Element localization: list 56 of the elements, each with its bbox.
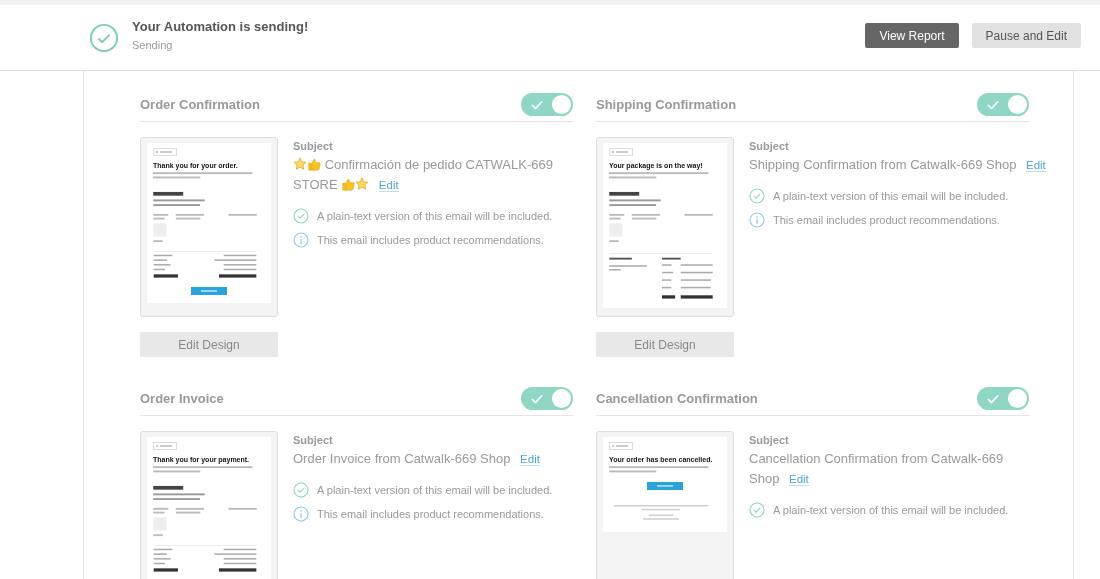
thumbs-up-icon xyxy=(341,177,356,191)
order-details-drawing xyxy=(153,191,205,206)
check-icon xyxy=(531,393,543,404)
check-circle-icon xyxy=(749,188,765,204)
note-text: A plain-text version of this email will be included. xyxy=(317,210,553,222)
order-details-drawing xyxy=(609,191,661,206)
thumbs-up-icon xyxy=(307,157,321,171)
subject-text: STORE xyxy=(293,177,338,192)
email-title: Cancellation Confirmation xyxy=(596,390,758,406)
preview-button-drawing xyxy=(191,287,227,295)
check-circle-icon xyxy=(293,208,309,224)
note-text: This email includes product recommendations. xyxy=(773,214,1000,226)
preview-button-drawing xyxy=(647,482,683,490)
email-title: Shipping Confirmation xyxy=(596,96,737,112)
status-title: Your Automation is sending! xyxy=(132,18,309,34)
toggle-switch[interactable] xyxy=(977,92,1029,116)
logo-placeholder-icon xyxy=(609,442,633,450)
note-text: This email includes product recommendations. xyxy=(317,508,544,520)
logo-placeholder-icon xyxy=(153,442,177,450)
check-icon xyxy=(531,99,543,110)
check-circle-icon xyxy=(749,502,765,518)
edit-design-button[interactable]: Edit Design xyxy=(596,332,734,357)
info-icon xyxy=(749,212,765,228)
info-icon xyxy=(293,232,309,248)
info-icon xyxy=(293,506,309,522)
subject-text: Order Invoice from Catwalk-669 Shop xyxy=(293,451,511,466)
check-icon xyxy=(987,393,999,404)
note-text: A plain-text version of this email will be included. xyxy=(773,504,1009,516)
subject-text: Shop xyxy=(749,471,780,486)
note-text: A plain-text version of this email will be included. xyxy=(317,484,553,496)
note-text: A plain-text version of this email will be included. xyxy=(773,190,1009,202)
subject-text: Cancellation Confirmation from Catwalk-669 xyxy=(749,451,1004,466)
toggle-switch[interactable] xyxy=(521,386,573,410)
star-icon xyxy=(355,177,370,191)
subject-label: Subject xyxy=(293,434,334,446)
view-report-button[interactable]: View Report xyxy=(865,23,959,48)
check-circle-icon xyxy=(89,22,119,53)
toggle-switch[interactable] xyxy=(977,386,1029,410)
order-details-drawing xyxy=(153,485,205,500)
toggle-switch[interactable] xyxy=(521,92,573,116)
subject-text: Shipping Confirmation from Catwalk-669 Shop xyxy=(749,157,1017,172)
subject-text: Confirmación de pedido CATWALK-669 xyxy=(324,157,553,172)
star-icon xyxy=(293,157,307,171)
subject-label: Subject xyxy=(293,140,334,152)
logo-placeholder-icon xyxy=(609,148,633,156)
subject-label: Subject xyxy=(749,140,790,152)
edit-design-button[interactable]: Edit Design xyxy=(140,332,278,357)
check-circle-icon xyxy=(293,482,309,498)
email-title: Order Invoice xyxy=(140,390,224,406)
check-icon xyxy=(987,99,999,110)
subject-label: Subject xyxy=(749,434,790,446)
logo-placeholder-icon xyxy=(153,148,177,156)
pause-button[interactable]: Pause and Edit xyxy=(971,23,1081,48)
note-text: This email includes product recommendations. xyxy=(317,234,544,246)
email-title: Order Confirmation xyxy=(140,96,260,112)
status-subtitle: Sending xyxy=(132,38,174,51)
